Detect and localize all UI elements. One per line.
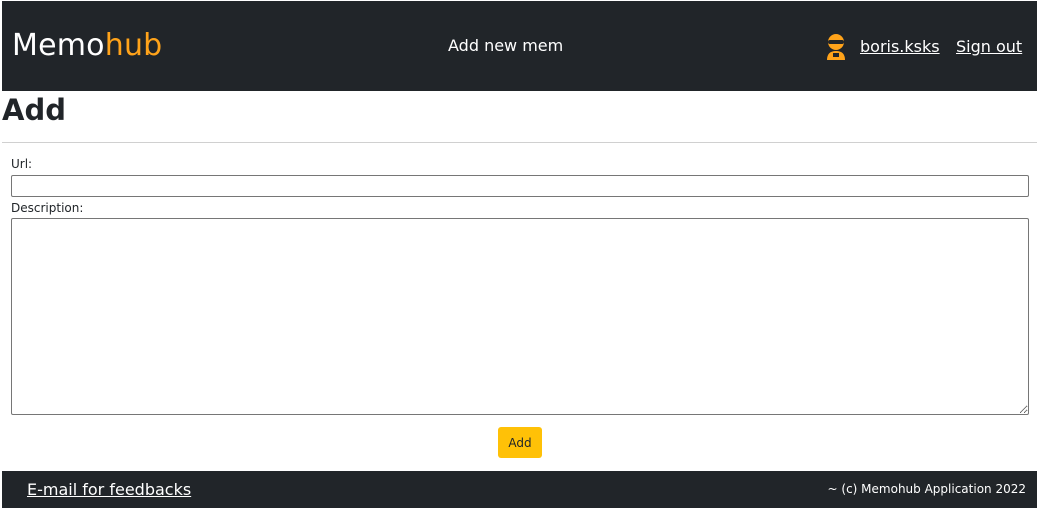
feedback-email-link[interactable]: E-mail for feedbacks <box>27 480 191 500</box>
top-navbar: Memohub Add new mem boris.ksks Sign out <box>2 1 1037 91</box>
add-button[interactable]: Add <box>498 427 542 458</box>
user-avatar-icon <box>824 33 848 61</box>
description-label: Description: <box>11 201 84 215</box>
username-link[interactable]: boris.ksks <box>860 37 940 57</box>
logo[interactable]: Memohub <box>12 28 162 64</box>
add-new-mem-link[interactable]: Add new mem <box>448 36 563 56</box>
url-label: Url: <box>11 157 33 171</box>
sign-out-link[interactable]: Sign out <box>956 37 1022 57</box>
logo-text-hub: hub <box>104 28 163 63</box>
copyright-text: ~ (c) Memohub Application 2022 <box>827 482 1026 496</box>
logo-text-memo: Memo <box>12 28 105 63</box>
divider <box>2 142 1037 143</box>
page: Memohub Add new mem boris.ksks Sign out … <box>0 0 1039 511</box>
page-title: Add <box>2 93 66 127</box>
description-textarea[interactable] <box>11 218 1029 415</box>
footer: E-mail for feedbacks ~ (c) Memohub Appli… <box>2 471 1037 508</box>
url-input[interactable] <box>11 175 1029 197</box>
